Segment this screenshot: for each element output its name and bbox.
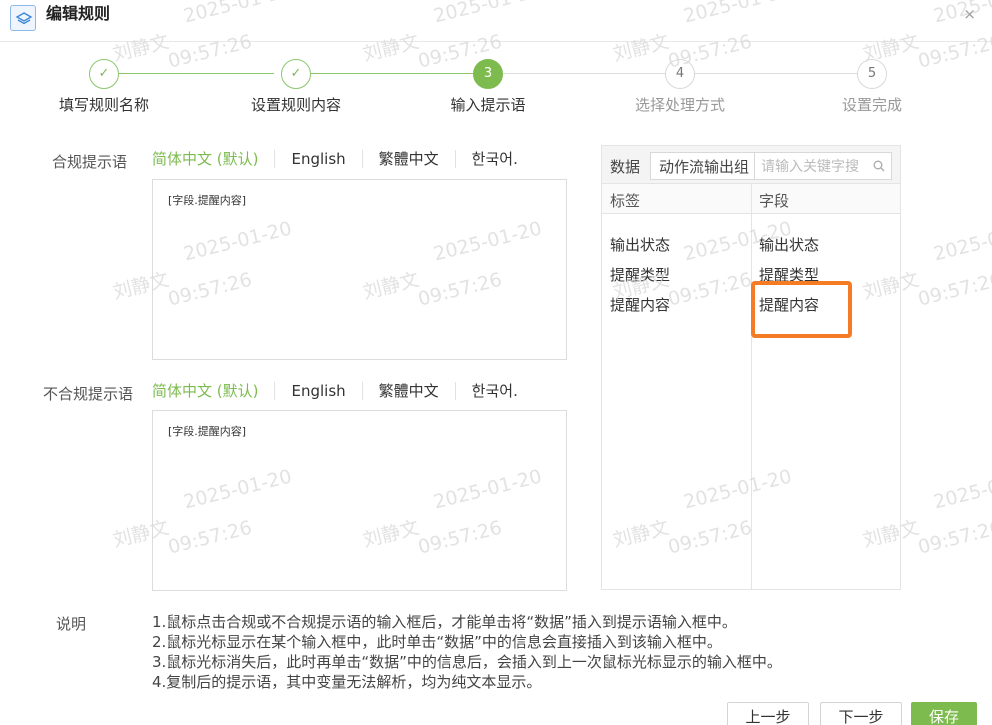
- next-step-button[interactable]: 下一步: [820, 702, 902, 725]
- tab-korean[interactable]: 한국어.: [454, 382, 534, 400]
- noncompliant-message-input[interactable]: [字段.提醒内容]: [168, 423, 551, 578]
- tab-simplified-chinese[interactable]: 简体中文 (默认): [152, 150, 274, 168]
- tab-korean[interactable]: 한국어.: [454, 150, 534, 168]
- step-5-label: 设置完成: [841, 96, 903, 114]
- step-2-label: 设置规则内容: [250, 96, 342, 114]
- tab-traditional-chinese[interactable]: 繁體中文: [361, 382, 455, 400]
- dialog-title: 编辑规则: [46, 4, 111, 23]
- tag-output-status[interactable]: 输出状态: [610, 234, 670, 255]
- compliant-language-tabs: 简体中文 (默认) English 繁體中文 한국어.: [152, 148, 534, 170]
- data-source-select[interactable]: 动作流输出组: [650, 152, 755, 180]
- tag-column-header: 标签: [602, 184, 751, 214]
- tag-reminder-content[interactable]: 提醒内容: [610, 294, 670, 315]
- noncompliant-message-box: [字段.提醒内容]: [152, 410, 567, 591]
- data-search-input[interactable]: [761, 157, 873, 177]
- search-icon[interactable]: [873, 160, 885, 172]
- step-1-label: 填写规则名称: [58, 96, 150, 114]
- compliant-label: 合规提示语: [52, 153, 128, 171]
- tab-simplified-chinese[interactable]: 简体中文 (默认): [152, 382, 274, 400]
- step-1-check-icon: ✓: [89, 59, 119, 89]
- step-connector: [695, 73, 858, 74]
- note-line: 3.鼠标光标消失后，此时再单击“数据”中的信息后，会插入到上一次鼠标光标显示的输…: [152, 653, 782, 671]
- prev-step-button[interactable]: 上一步: [727, 702, 809, 725]
- note-line: 2.鼠标光标显示在某个输入框中，此时单击“数据”中的信息会直接插入到该输入框中。: [152, 633, 722, 651]
- field-output-status[interactable]: 输出状态: [759, 234, 819, 255]
- column-divider: [751, 184, 752, 589]
- field-column-header: 字段: [751, 184, 900, 214]
- noncompliant-label: 不合规提示语: [43, 385, 134, 403]
- step-4-label: 选择处理方式: [634, 96, 726, 114]
- step-progress: ✓ ✓ 3 4 5 填写规则名称 设置规则内容 输入提示语 选择处理方式 设置完…: [0, 56, 992, 116]
- close-icon[interactable]: ×: [963, 6, 976, 22]
- tab-english[interactable]: English: [274, 150, 361, 168]
- layers-icon: [10, 5, 36, 31]
- note-line: 4.复制后的提示语，其中变量无法解析，均为纯文本显示。: [152, 673, 542, 690]
- step-5-number: 5: [857, 59, 887, 89]
- dialog-titlebar: 编辑规则 ×: [0, 0, 992, 42]
- data-search-box: [754, 152, 892, 180]
- tag-reminder-type[interactable]: 提醒类型: [610, 264, 670, 285]
- note-line: 1.鼠标点击合规或不合规提示语的输入框后，才能单击将“数据”插入到提示语输入框中…: [152, 613, 737, 631]
- compliant-message-input[interactable]: [字段.提醒内容]: [168, 192, 551, 347]
- notes-list: 1.鼠标点击合规或不合规提示语的输入框后，才能单击将“数据”插入到提示语输入框中…: [152, 612, 952, 690]
- tab-english[interactable]: English: [274, 382, 361, 400]
- step-3-number: 3: [473, 59, 503, 89]
- step-connector: [119, 73, 274, 74]
- save-button[interactable]: 保存: [911, 702, 977, 725]
- data-panel-header: 数据 动作流输出组: [602, 146, 900, 184]
- highlight-annotation-box: [751, 281, 852, 338]
- compliant-message-box: [字段.提醒内容]: [152, 179, 567, 360]
- step-2-check-icon: ✓: [281, 59, 311, 89]
- data-panel: 数据 动作流输出组 标签 字段 输出状态 提醒类型 提醒内容 输出状态 提醒类型…: [601, 145, 901, 590]
- noncompliant-language-tabs: 简体中文 (默认) English 繁體中文 한국어.: [152, 380, 534, 402]
- step-3-label: 输入提示语: [450, 96, 526, 114]
- step-connector: [503, 73, 666, 74]
- step-4-number: 4: [665, 59, 695, 89]
- tab-traditional-chinese[interactable]: 繁體中文: [361, 150, 455, 168]
- data-label: 数据: [610, 158, 641, 176]
- step-connector: [311, 73, 474, 74]
- notes-title: 说明: [56, 615, 87, 633]
